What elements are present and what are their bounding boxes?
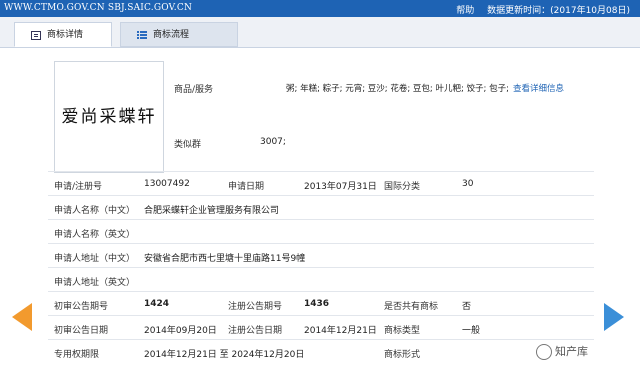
field-label: 注册公告期号 — [228, 302, 283, 312]
previous-arrow-icon[interactable] — [12, 303, 32, 331]
next-arrow-icon[interactable] — [604, 303, 624, 331]
view-details-link[interactable]: 查看详细信息 — [513, 84, 564, 94]
field-value: 1424 — [144, 299, 170, 309]
field-label: 申请人地址（中文） — [54, 254, 136, 264]
field-value: 2014年12月21日 — [304, 326, 377, 336]
field-label: 初审公告日期 — [54, 326, 109, 336]
field-label: 是否共有商标 — [384, 302, 439, 312]
field-value: 30 — [462, 179, 474, 189]
field-value: 2014年12月21日 至 2024年12月20日 — [144, 350, 305, 360]
trademark-image: 爱尚采蝶轩 — [54, 61, 164, 173]
help-link[interactable]: 帮助 — [456, 6, 474, 16]
table-row: 申请人地址（英文） — [48, 267, 594, 291]
table-row: 申请人名称（中文） 合肥采蝶轩企业管理服务有限公司 — [48, 195, 594, 219]
trademark-detail-panel: 爱尚采蝶轩 商品/服务 粥; 年糕; 粽子; 元宵; 豆沙; 花卷; 豆包; 叶… — [48, 52, 594, 377]
field-value: 否 — [462, 302, 472, 312]
field-label: 申请人地址（英文） — [54, 278, 136, 288]
top-bar: WWW.CTMO.GOV.CN SBJ.SAIC.GOV.CN 帮助 数据更新时… — [0, 0, 640, 17]
wechat-icon — [536, 344, 552, 360]
field-label: 国际分类 — [384, 182, 421, 192]
field-label: 申请/注册号 — [54, 182, 103, 192]
table-row: 申请人名称（英文） — [48, 219, 594, 243]
field-label: 商标类型 — [384, 326, 421, 336]
field-value: 安徽省合肥市西七里塘十里庙路11号9幢 — [144, 254, 306, 264]
watermark: 知产库 — [536, 343, 588, 360]
update-label: 数据更新时间： — [487, 6, 551, 16]
trademark-logo-text: 爱尚采蝶轩 — [61, 107, 157, 127]
document-icon — [31, 31, 41, 40]
tab-label: 商标流程 — [153, 30, 190, 40]
goods-services-value: 粥; 年糕; 粽子; 元宵; 豆沙; 花卷; 豆包; 叶儿粑; 饺子; 包子; 查… — [286, 82, 564, 94]
field-label: 申请人名称（中文） — [54, 206, 136, 216]
field-label: 初审公告期号 — [54, 302, 109, 312]
similar-group-value: 3007; — [260, 137, 286, 147]
table-row: 初审公告期号 1424 注册公告期号 1436 是否共有商标 否 — [48, 291, 594, 315]
tab-label: 商标详情 — [47, 30, 84, 40]
goods-list: 粥; 年糕; 粽子; 元宵; 豆沙; 花卷; 豆包; 叶儿粑; 饺子; 包子; — [286, 84, 509, 94]
field-value: 合肥采蝶轩企业管理服务有限公司 — [144, 206, 280, 216]
table-row: 申请人地址（中文） 安徽省合肥市西七里塘十里庙路11号9幢 — [48, 243, 594, 267]
tab-bar: 商标详情 商标流程 — [0, 17, 640, 48]
field-label: 商标形式 — [384, 350, 421, 360]
table-row: 初审公告日期 2014年09月20日 注册公告日期 2014年12月21日 商标… — [48, 315, 594, 339]
watermark-text: 知产库 — [555, 345, 588, 358]
tab-trademark-details[interactable]: 商标详情 — [14, 22, 112, 47]
field-value: 13007492 — [144, 179, 190, 189]
field-value: 1436 — [304, 299, 330, 309]
field-value: 2014年09月20日 — [144, 326, 217, 336]
similar-group-label: 类似群 — [174, 140, 202, 150]
table-row: 申请/注册号 13007492 申请日期 2013年07月31日 国际分类 30 — [48, 171, 594, 195]
table-row: 专用权期限 2014年12月21日 至 2024年12月20日 商标形式 — [48, 339, 594, 363]
top-bar-right: 帮助 数据更新时间：(2017年10月08日) — [446, 3, 630, 16]
tab-trademark-process[interactable]: 商标流程 — [120, 22, 238, 47]
field-value: 2013年07月31日 — [304, 182, 377, 192]
field-value: 一般 — [462, 326, 481, 336]
site-url: WWW.CTMO.GOV.CN SBJ.SAIC.GOV.CN — [4, 3, 193, 13]
field-label: 注册公告日期 — [228, 326, 283, 336]
list-icon — [137, 31, 147, 40]
field-label: 申请人名称（英文） — [54, 230, 136, 240]
field-label: 专用权期限 — [54, 350, 100, 360]
goods-services-label: 商品/服务 — [174, 85, 214, 95]
update-date: (2017年10月08日) — [550, 6, 630, 16]
field-label: 申请日期 — [228, 182, 265, 192]
